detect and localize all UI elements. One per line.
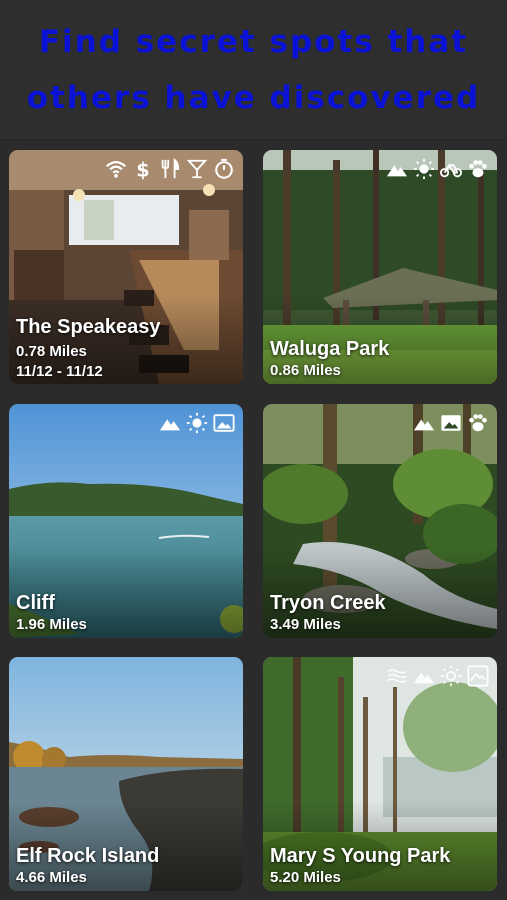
spot-distance: 3.49 Miles <box>270 616 341 633</box>
amenity-icons <box>386 158 489 180</box>
sun-icon <box>186 412 208 434</box>
amenity-icons <box>413 412 489 434</box>
spots-grid: $ The Speakeasy 0.78 Miles 11/12 - 11/12 <box>0 140 507 900</box>
spot-title: The Speakeasy <box>16 316 161 338</box>
header-line-1: Find secret spots that <box>38 23 469 60</box>
mountain-icon <box>159 412 181 434</box>
spot-distance: 0.78 Miles <box>16 343 87 360</box>
spot-card-mary-s-young-park[interactable]: Mary S Young Park 5.20 Miles <box>263 657 497 891</box>
mountain-icon <box>413 665 435 687</box>
spot-title: Elf Rock Island <box>16 845 160 867</box>
spot-card-elf-rock-island[interactable]: Elf Rock Island 4.66 Miles <box>9 657 243 891</box>
spot-distance: 0.86 Miles <box>270 362 341 379</box>
fork-knife-icon <box>159 158 181 180</box>
wifi-icon <box>105 158 127 180</box>
paw-icon <box>467 412 489 434</box>
spot-card-the-speakeasy[interactable]: $ The Speakeasy 0.78 Miles 11/12 - 11/12 <box>9 150 243 384</box>
cocktail-icon <box>186 158 208 180</box>
dollar-icon: $ <box>132 158 154 180</box>
spot-distance: 5.20 Miles <box>270 869 341 886</box>
spot-card-tryon-creek[interactable]: Tryon Creek 3.49 Miles <box>263 404 497 638</box>
amenity-icons <box>386 665 489 687</box>
bicycle-icon <box>440 158 462 180</box>
sun-icon <box>440 665 462 687</box>
spot-distance: 4.66 Miles <box>16 869 87 886</box>
header: Find secret spots that others have disco… <box>0 0 507 140</box>
spot-title: Mary S Young Park <box>270 845 451 867</box>
picture-icon <box>440 412 462 434</box>
picture-icon <box>213 412 235 434</box>
amenity-icons: $ <box>105 158 235 180</box>
amenity-icons <box>159 412 235 434</box>
mountain-icon <box>386 158 408 180</box>
water-icon <box>386 665 408 687</box>
timer-icon <box>213 158 235 180</box>
picture-icon <box>467 665 489 687</box>
svg-text:$: $ <box>136 158 149 180</box>
spot-title: Cliff <box>16 592 55 614</box>
spot-dates: 11/12 - 11/12 <box>16 363 103 380</box>
spot-card-waluga-park[interactable]: Waluga Park 0.86 Miles <box>263 150 497 384</box>
spot-distance: 1.96 Miles <box>16 616 87 633</box>
spot-title: Tryon Creek <box>270 592 386 614</box>
spot-title: Waluga Park <box>270 338 390 360</box>
mountain-icon <box>413 412 435 434</box>
sun-icon <box>413 158 435 180</box>
paw-icon <box>467 158 489 180</box>
header-line-2: others have discovered <box>26 79 481 116</box>
spot-card-cliff[interactable]: Cliff 1.96 Miles <box>9 404 243 638</box>
